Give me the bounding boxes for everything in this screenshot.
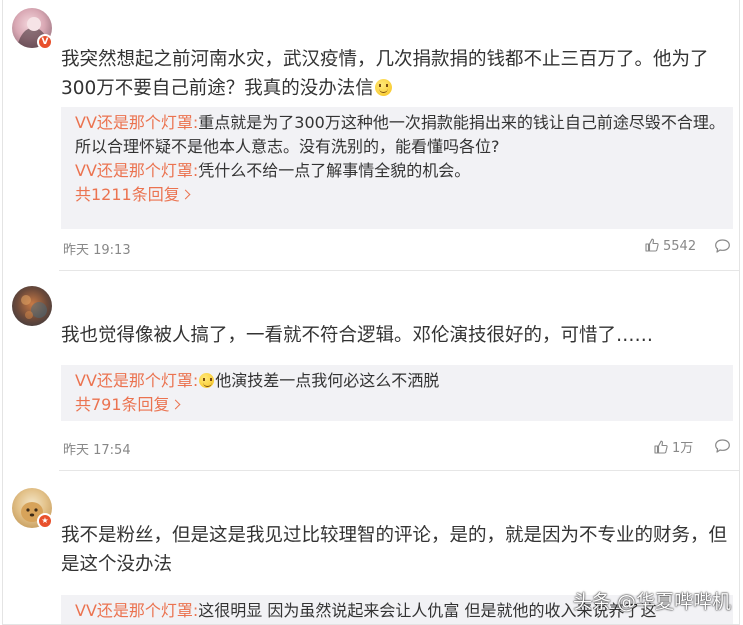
reply-item: VV还是那个灯罩:重点就是为了300万这种他一次捐款能捐出来的钱让自己前途尽毁不… <box>75 111 733 159</box>
reply-username[interactable]: VV还是那个灯罩: <box>75 161 198 180</box>
comment-bubble-icon <box>715 439 730 453</box>
more-replies-link[interactable]: 共791条回复 <box>75 393 733 417</box>
like-count: 5542 <box>663 239 697 254</box>
like-button[interactable]: 1万 <box>653 437 693 456</box>
reply-text: 他演技差一点我何必这么不洒脱 <box>215 371 440 390</box>
chevron-right-icon <box>180 189 191 200</box>
reply-username[interactable]: VV还是那个灯罩: <box>75 601 198 620</box>
like-count: 1万 <box>672 441 694 456</box>
chevron-right-icon <box>170 399 180 410</box>
reply-box: VV还是那个灯罩: 他演技差一点我何必这么不洒脱 共791条回复 <box>61 365 733 421</box>
reply-text: 凭什么不给一点了解事情全貌的机会。 <box>198 161 471 180</box>
comment-text: 我不是粉丝，但是这是我见过比较理智的评论，是的，就是因为不专业的财务，但是这个没… <box>61 525 728 575</box>
member-badge-icon: ★ <box>37 513 53 529</box>
timestamp: 昨天 19:13 <box>63 243 131 258</box>
reply-button[interactable] <box>714 438 731 458</box>
comment-meta: 昨天 17:54 1万 <box>61 437 733 458</box>
like-button[interactable]: 5542 <box>644 237 696 254</box>
reply-username[interactable]: VV还是那个灯罩: <box>75 113 198 132</box>
reply-button[interactable] <box>714 238 731 258</box>
reply-username[interactable]: VV还是那个灯罩: <box>75 371 198 390</box>
verified-badge-icon: V <box>37 34 53 50</box>
timestamp: 昨天 17:54 <box>63 443 131 458</box>
comment-text: 我也觉得像被人搞了，一看就不符合逻辑。邓伦演技很好的，可惜了…… <box>61 325 654 346</box>
avatar[interactable] <box>12 286 52 326</box>
avatar-image-icon <box>21 295 47 319</box>
comment-feed: V 我突然想起之前河南水灾，武汉疫情，几次捐款捐的钱都不止三百万了。他为了300… <box>2 0 740 625</box>
comment-1: V 我突然想起之前河南水灾，武汉疫情，几次捐款捐的钱都不止三百万了。他为了300… <box>3 0 739 270</box>
smile-emoji-icon <box>374 79 392 96</box>
watermark: 头条 @华夏哔哔机 <box>572 591 731 613</box>
comment-bubble-icon <box>715 239 730 253</box>
thumbs-up-icon <box>654 440 668 454</box>
more-replies-link[interactable]: 共1211条回复 <box>75 183 733 207</box>
comment-meta: 昨天 19:13 5542 <box>61 237 733 258</box>
reply-item: VV还是那个灯罩: 他演技差一点我何必这么不洒脱 <box>75 369 733 393</box>
comment-text: 我突然想起之前河南水灾，武汉疫情，几次捐款捐的钱都不止三百万了。他为了300万不… <box>61 49 709 99</box>
comment-2: 我也觉得像被人搞了，一看就不符合逻辑。邓伦演技很好的，可惜了…… VV还是那个灯… <box>3 271 739 471</box>
thumbs-up-icon <box>645 238 659 252</box>
smile-emoji-icon <box>199 373 215 388</box>
reply-box: VV还是那个灯罩:重点就是为了300万这种他一次捐款能捐出来的钱让自己前途尽毁不… <box>61 107 733 229</box>
reply-item: VV还是那个灯罩:凭什么不给一点了解事情全貌的机会。 <box>75 159 733 183</box>
